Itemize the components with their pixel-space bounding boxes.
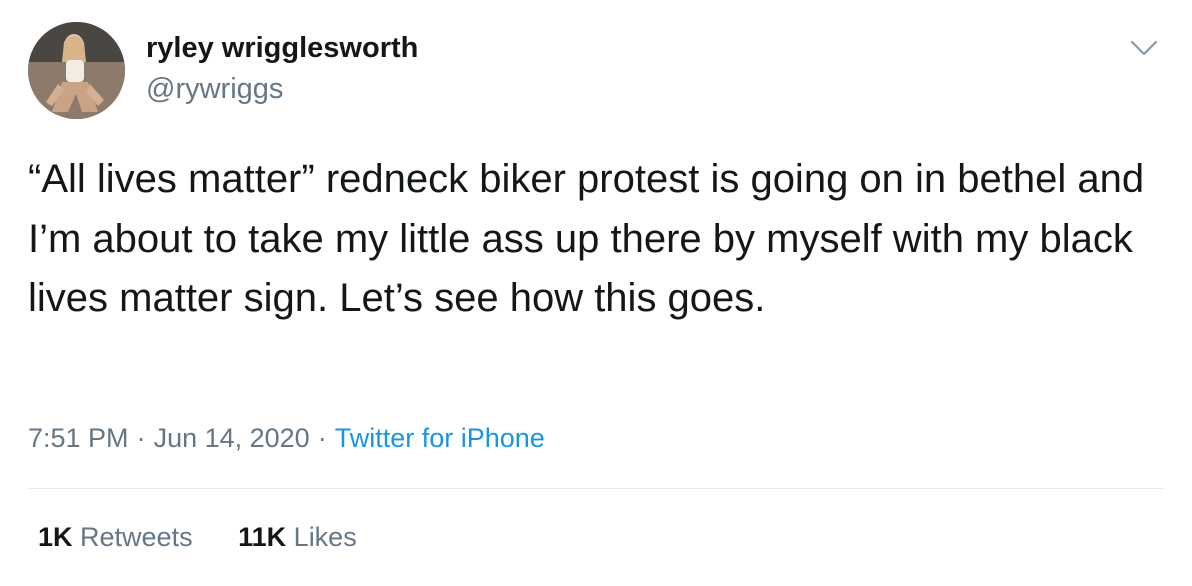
chevron-down-icon[interactable]	[1128, 34, 1160, 62]
retweets-count: 1K	[38, 522, 73, 552]
tweet-metadata: 7:51 PM · Jun 14, 2020 · Twitter for iPhone	[28, 423, 545, 454]
tweet-date[interactable]: Jun 14, 2020	[154, 423, 310, 453]
tweet-time[interactable]: 7:51 PM	[28, 423, 129, 453]
tweet-stats: 1K Retweets 11K Likes	[38, 522, 395, 553]
likes-stat[interactable]: 11K Likes	[238, 522, 357, 553]
likes-count: 11K	[238, 522, 287, 552]
divider	[28, 488, 1164, 489]
tweet-source-link[interactable]: Twitter for iPhone	[335, 423, 545, 453]
author-display-name[interactable]: ryley wrigglesworth	[146, 32, 418, 65]
meta-separator: ·	[317, 423, 327, 453]
tweet-card: ryley wrigglesworth @rywriggs “All lives…	[0, 0, 1192, 586]
retweets-stat[interactable]: 1K Retweets	[38, 522, 193, 553]
meta-separator: ·	[136, 423, 146, 453]
avatar-photo	[28, 22, 125, 119]
tweet-text: “All lives matter” redneck biker protest…	[28, 157, 1145, 320]
avatar[interactable]	[28, 22, 125, 119]
retweets-label: Retweets	[80, 522, 193, 552]
author-handle[interactable]: @rywriggs	[146, 73, 283, 106]
likes-label: Likes	[293, 522, 357, 552]
